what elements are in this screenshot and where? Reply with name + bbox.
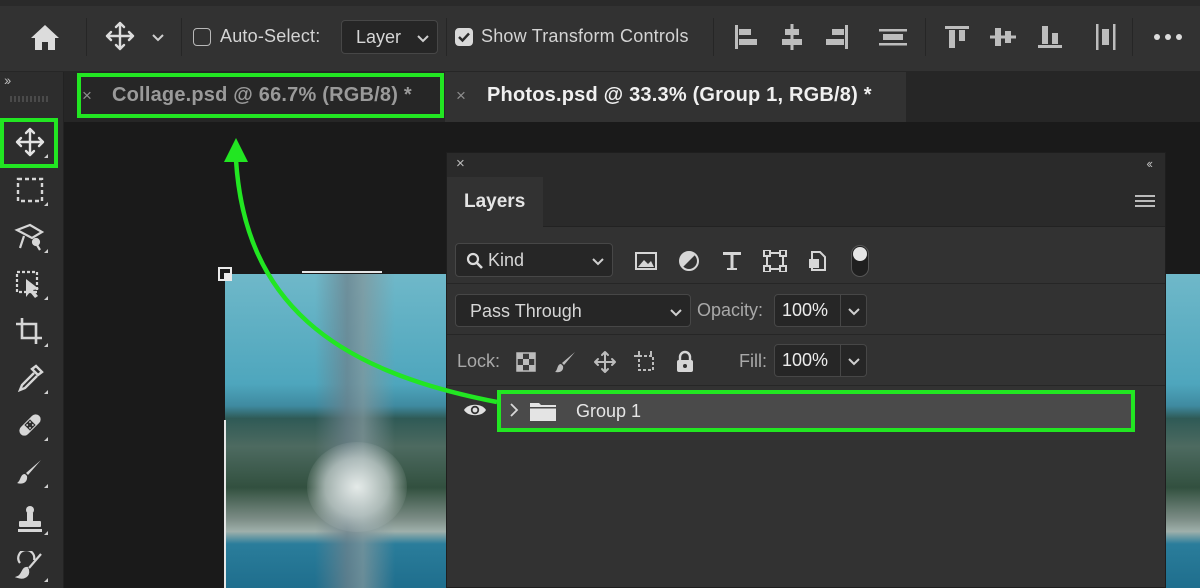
adjustment-filter-icon[interactable] bbox=[677, 250, 701, 272]
eyedropper-tool-icon[interactable] bbox=[10, 360, 50, 396]
layers-panel: × ‹‹ Layers Kind Pass Through Opacity: 1… bbox=[446, 152, 1166, 588]
kind-label: Kind bbox=[488, 250, 525, 270]
close-tab-icon[interactable]: × bbox=[456, 86, 466, 106]
align-horizontal-center-icon[interactable] bbox=[778, 22, 806, 52]
separator bbox=[713, 18, 714, 56]
tab-photos-document[interactable]: × Photos.psd @ 33.3% (Group 1, RGB/8) * bbox=[445, 72, 906, 122]
chevron-down-icon bbox=[670, 309, 682, 317]
move-tool-icon[interactable] bbox=[104, 20, 136, 52]
divider bbox=[447, 334, 1165, 335]
fill-dropdown-button[interactable] bbox=[841, 344, 867, 377]
panel-tab-strip: Layers bbox=[447, 177, 1165, 228]
toolbar-grip[interactable] bbox=[10, 96, 48, 102]
history-brush-tool-icon[interactable] bbox=[10, 548, 50, 584]
opacity-label: Opacity: bbox=[697, 300, 764, 320]
crop-tool-icon[interactable] bbox=[10, 313, 50, 349]
brush-tool-icon[interactable] bbox=[10, 454, 50, 490]
opacity-value: 100% bbox=[782, 300, 829, 320]
separator bbox=[1132, 18, 1133, 56]
transform-bounding-edge bbox=[224, 420, 226, 588]
chevron-down-icon[interactable] bbox=[151, 31, 165, 45]
layer-filter-kind-dropdown[interactable]: Kind bbox=[455, 243, 613, 277]
align-right-icon[interactable] bbox=[824, 22, 852, 52]
align-vertical-distribute-icon[interactable] bbox=[878, 22, 908, 52]
lock-position-icon[interactable] bbox=[593, 350, 617, 374]
type-filter-icon[interactable] bbox=[720, 250, 744, 272]
auto-select-target-dropdown[interactable]: Layer bbox=[341, 20, 438, 54]
lock-transparent-icon[interactable] bbox=[514, 350, 538, 374]
auto-select-checkbox[interactable] bbox=[193, 28, 211, 46]
separator bbox=[181, 18, 182, 56]
auto-select-label: Auto-Select: bbox=[220, 26, 321, 46]
marquee-tool-icon[interactable] bbox=[10, 172, 50, 208]
fill-input[interactable]: 100% bbox=[774, 344, 841, 377]
opacity-input[interactable]: 100% bbox=[774, 294, 841, 327]
align-vertical-center-icon[interactable] bbox=[989, 22, 1017, 52]
more-icon[interactable] bbox=[1150, 27, 1186, 47]
highlight-move-tool bbox=[0, 118, 58, 168]
smart-object-filter-icon[interactable] bbox=[806, 250, 830, 272]
show-transform-label: Show Transform Controls bbox=[481, 26, 689, 46]
collapse-panel-icon[interactable]: ‹‹ bbox=[1146, 156, 1153, 171]
shape-filter-icon[interactable] bbox=[763, 249, 787, 273]
blend-mode-dropdown[interactable]: Pass Through bbox=[455, 294, 691, 327]
toolbar-collapse-button[interactable]: ›› bbox=[4, 72, 11, 88]
lasso-tool-icon[interactable] bbox=[10, 219, 50, 255]
chevron-down-icon bbox=[592, 258, 604, 266]
filter-toggle-switch[interactable] bbox=[851, 245, 869, 277]
chevron-down-icon bbox=[848, 308, 860, 316]
image-blur-element bbox=[315, 274, 395, 588]
home-icon[interactable] bbox=[28, 22, 62, 52]
distribute-icon[interactable] bbox=[1092, 22, 1120, 52]
lock-artboard-icon[interactable] bbox=[633, 350, 657, 374]
align-bottom-icon[interactable] bbox=[1036, 22, 1064, 52]
separator bbox=[925, 18, 926, 56]
chevron-down-icon bbox=[848, 358, 860, 366]
auto-select-target-value: Layer bbox=[356, 27, 402, 47]
align-top-icon[interactable] bbox=[943, 22, 971, 52]
show-transform-checkbox[interactable] bbox=[455, 28, 473, 46]
blend-mode-value: Pass Through bbox=[470, 301, 582, 321]
fill-label: Fill: bbox=[739, 351, 767, 371]
tab-title: Photos.psd @ 33.3% (Group 1, RGB/8) * bbox=[487, 84, 872, 106]
healing-brush-tool-icon[interactable] bbox=[10, 407, 50, 443]
panel-header[interactable]: × ‹‹ bbox=[447, 153, 1165, 177]
search-icon bbox=[466, 252, 483, 269]
opacity-dropdown-button[interactable] bbox=[841, 294, 867, 327]
image-filter-icon[interactable] bbox=[634, 250, 658, 272]
lock-image-icon[interactable] bbox=[554, 350, 578, 374]
lock-all-icon[interactable] bbox=[673, 350, 697, 374]
panel-menu-icon[interactable] bbox=[1135, 195, 1155, 209]
transform-bounding-top bbox=[302, 271, 382, 273]
eye-icon[interactable] bbox=[463, 401, 487, 419]
divider bbox=[447, 283, 1165, 284]
tab-layers-label: Layers bbox=[464, 191, 526, 212]
options-bar: Auto-Select: Layer Show Transform Contro… bbox=[0, 0, 1200, 72]
object-select-tool-icon[interactable] bbox=[10, 266, 50, 302]
lock-label: Lock: bbox=[457, 351, 501, 371]
highlight-collage-tab bbox=[77, 73, 444, 118]
close-panel-icon[interactable]: × bbox=[456, 155, 465, 172]
chevron-down-icon bbox=[417, 35, 429, 43]
clone-stamp-tool-icon[interactable] bbox=[10, 501, 50, 537]
tab-layers[interactable]: Layers bbox=[447, 177, 543, 228]
app-title-strip bbox=[0, 0, 1200, 6]
transform-handle[interactable] bbox=[218, 267, 232, 281]
align-left-icon[interactable] bbox=[731, 22, 759, 52]
fill-value: 100% bbox=[782, 350, 829, 370]
highlight-group-layer bbox=[497, 390, 1135, 432]
separator bbox=[446, 18, 447, 56]
image-highlight-blob bbox=[307, 442, 407, 532]
separator bbox=[86, 18, 87, 56]
divider bbox=[447, 385, 1165, 386]
